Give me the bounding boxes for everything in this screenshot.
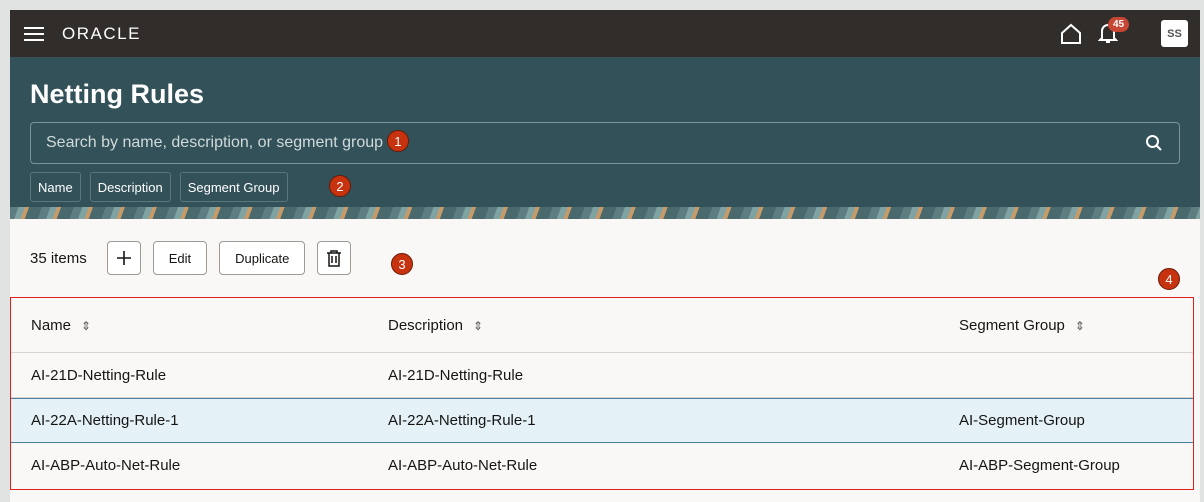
edit-button[interactable]: Edit	[152, 241, 208, 275]
column-label: Description	[388, 316, 464, 334]
filter-chip-segment-group[interactable]: Segment Group	[179, 172, 288, 202]
sort-icon[interactable]: ⇕	[81, 319, 91, 333]
home-icon[interactable]	[1060, 23, 1082, 45]
search-input[interactable]: Search by name, description, or segment …	[30, 122, 1180, 164]
trash-icon	[327, 250, 342, 267]
duplicate-button[interactable]: Duplicate	[219, 241, 306, 275]
sort-icon[interactable]: ⇕	[1075, 319, 1085, 333]
delete-button[interactable]	[317, 241, 352, 275]
cell-description: AI-ABP-Auto-Net-Rule	[388, 457, 538, 474]
top-bar: ORACLE 45 SS	[10, 10, 1200, 57]
avatar[interactable]: SS	[1161, 20, 1188, 47]
app-window: ORACLE 45 SS Netting Rules Search by nam…	[10, 10, 1200, 502]
column-header-name[interactable]: Name ⇕	[11, 317, 368, 334]
table-row[interactable]: AI-22A-Netting-Rule-1 AI-22A-Netting-Rul…	[11, 398, 1193, 443]
oracle-logo[interactable]: ORACLE	[62, 24, 141, 44]
callout-marker-4: 4	[1158, 268, 1180, 290]
cell-segment-group: AI-ABP-Segment-Group	[959, 457, 1120, 474]
column-label: Segment Group	[959, 316, 1065, 334]
add-button[interactable]	[106, 241, 141, 275]
sort-icon[interactable]: ⇕	[473, 319, 483, 333]
cell-segment-group: AI-Segment-Group	[959, 412, 1085, 429]
table-row[interactable]: AI-ABP-Auto-Net-Rule AI-ABP-Auto-Net-Rul…	[11, 443, 1193, 488]
column-header-segment-group[interactable]: Segment Group ⇕	[939, 317, 1193, 334]
table-row[interactable]: AI-21D-Netting-Rule AI-21D-Netting-Rule	[11, 353, 1193, 398]
item-count: 35 items	[30, 249, 87, 267]
cell-name: AI-21D-Netting-Rule	[31, 366, 167, 384]
menu-icon[interactable]	[24, 26, 44, 41]
netting-rules-table: Name ⇕ Description ⇕ Segment Group ⇕ AI-21D…	[10, 297, 1194, 490]
page-header: Netting Rules Search by name, descriptio…	[10, 57, 1200, 219]
notification-badge: 45	[1108, 17, 1130, 32]
filter-chip-description[interactable]: Description	[89, 172, 171, 202]
page-title: Netting Rules	[30, 79, 205, 109]
decorative-banner	[10, 207, 1200, 219]
callout-marker-3: 3	[391, 253, 413, 275]
cell-name: AI-22A-Netting-Rule-1	[31, 412, 179, 429]
search-icon[interactable]	[1145, 134, 1163, 152]
filter-chip-name[interactable]: Name	[30, 172, 81, 202]
callout-marker-1: 1	[387, 130, 409, 152]
cell-name: AI-ABP-Auto-Net-Rule	[31, 457, 181, 474]
table-header: Name ⇕ Description ⇕ Segment Group ⇕	[11, 298, 1193, 353]
plus-icon	[116, 251, 131, 265]
column-header-description[interactable]: Description ⇕	[368, 317, 939, 334]
cell-description: AI-21D-Netting-Rule	[388, 366, 524, 384]
cell-description: AI-22A-Netting-Rule-1	[388, 412, 536, 429]
toolbar: 35 items Edit Duplicate	[10, 219, 1200, 297]
search-placeholder: Search by name, description, or segment …	[46, 134, 384, 151]
column-label: Name	[31, 316, 72, 334]
callout-marker-2: 2	[329, 175, 351, 197]
